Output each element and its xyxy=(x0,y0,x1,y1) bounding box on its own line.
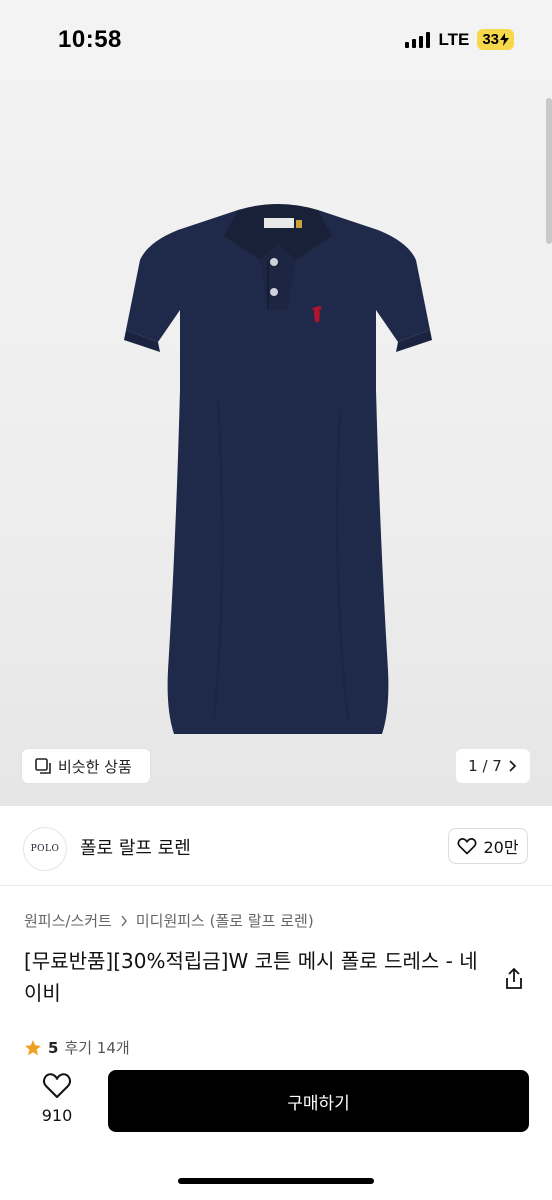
wishlist-button[interactable]: 910 xyxy=(34,1072,80,1125)
breadcrumb: 원피스/스커트 미디원피스 (폴로 랄프 로렌) xyxy=(24,910,314,931)
similar-products-icon xyxy=(35,758,51,774)
heart-icon xyxy=(457,838,477,855)
brand-like-button[interactable]: 20만 xyxy=(448,828,528,864)
chevron-right-icon xyxy=(121,915,127,926)
share-icon xyxy=(506,967,522,989)
gallery-page-indicator[interactable]: 1 / 7 xyxy=(456,749,530,783)
brand-row[interactable]: POLO 폴로 랄프 로렌 20만 xyxy=(0,806,552,886)
product-image-dress xyxy=(124,204,432,734)
breadcrumb-category[interactable]: 원피스/스커트 xyxy=(24,910,112,931)
similar-products-button[interactable]: 비슷한 상품 xyxy=(22,749,150,783)
wishlist-count: 910 xyxy=(41,1106,73,1125)
product-title: [무료반품][30%적립금]W 코튼 메시 폴로 드레스 - 네이비 xyxy=(24,949,478,1005)
brand-name[interactable]: 폴로 랄프 로렌 xyxy=(80,834,191,860)
star-icon xyxy=(25,1039,41,1055)
rating-score: 5 xyxy=(48,1038,59,1057)
review-count[interactable]: 후기 14개 xyxy=(64,1037,129,1058)
bottom-action-bar: 910 구매하기 xyxy=(0,1056,552,1200)
network-type: LTE xyxy=(438,29,470,49)
status-time: 10:58 xyxy=(58,26,122,53)
battery-icon: 33 xyxy=(477,29,514,50)
signal-icon xyxy=(405,31,431,48)
buy-button[interactable]: 구매하기 xyxy=(108,1070,529,1132)
product-image-gallery[interactable]: 비슷한 상품 1 / 7 xyxy=(0,0,552,806)
brand-logo-text: POLO xyxy=(30,844,60,854)
heart-icon xyxy=(42,1073,72,1098)
page-counter: 1 / 7 xyxy=(468,757,502,775)
charging-bolt-icon xyxy=(500,33,509,46)
rating-row[interactable]: 5 후기 14개 xyxy=(24,1037,130,1058)
similar-products-label: 비슷한 상품 xyxy=(58,757,132,776)
status-icons: LTE 33 xyxy=(405,29,514,50)
chevron-right-icon xyxy=(509,760,517,772)
brand-like-count: 20만 xyxy=(483,838,519,857)
scroll-indicator xyxy=(546,98,552,244)
brand-logo[interactable]: POLO xyxy=(23,827,67,871)
buy-button-label: 구매하기 xyxy=(287,1093,350,1114)
status-bar: 10:58 LTE 33 xyxy=(0,0,552,80)
share-button[interactable] xyxy=(502,966,526,992)
battery-level: 33 xyxy=(482,31,499,48)
home-indicator xyxy=(178,1178,374,1184)
breadcrumb-subcategory[interactable]: 미디원피스 (폴로 랄프 로렌) xyxy=(136,910,314,931)
